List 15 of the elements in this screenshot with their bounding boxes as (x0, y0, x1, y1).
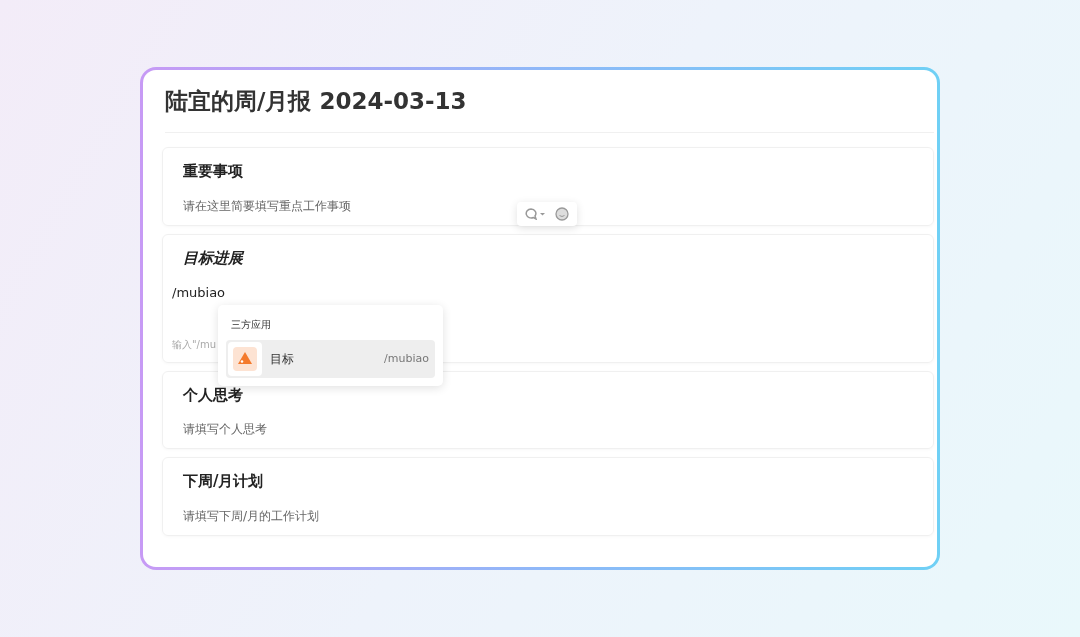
menu-group-label: 三方应用 (231, 318, 272, 332)
section-heading: 下周/月计划 (183, 471, 265, 492)
comment-icon[interactable] (525, 208, 547, 220)
placeholder-text[interactable]: 请填写下周/月的工作计划 (183, 506, 913, 525)
typed-command[interactable]: /mubiao (172, 283, 913, 303)
menu-item[interactable]: 目标 /mubiao (226, 340, 435, 378)
app-icon (233, 347, 257, 371)
section-heading: 重要事项 (183, 161, 244, 182)
emoji-icon[interactable] (555, 207, 569, 221)
hint-text: 输入"/mu (172, 337, 218, 352)
section-heading: 个人思考 (183, 384, 244, 406)
placeholder-text[interactable]: 请在这里简要填写重点工作事项 (183, 196, 913, 215)
section-heading: 目标进展 (183, 247, 246, 269)
document-title: 陆宜的周/月报 2024-03-13 (165, 87, 468, 116)
placeholder-text[interactable]: 请填写个人思考 (183, 420, 913, 438)
